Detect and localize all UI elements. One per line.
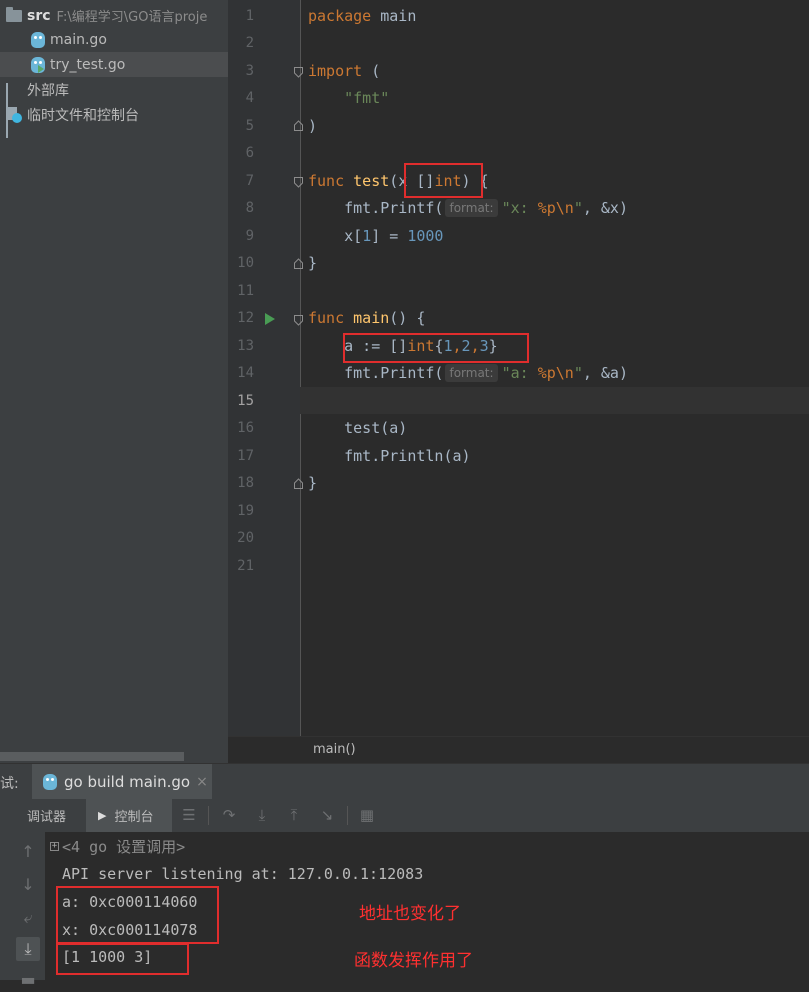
run-tab-label: go build main.go xyxy=(64,773,191,791)
line-number: 20 xyxy=(237,530,254,546)
line-number: 14 xyxy=(237,365,254,381)
tree-item-try-test-go[interactable]: try_test.go xyxy=(0,52,228,77)
line-number: 21 xyxy=(237,558,254,574)
tab-label: 调试器 xyxy=(27,810,67,825)
tree-item-external-libraries[interactable]: 外部库 xyxy=(0,77,228,138)
line-number: 17 xyxy=(237,448,254,464)
run-tool-window-header: 试: go build main.go × xyxy=(0,763,809,800)
parameter-hint: format: xyxy=(445,199,498,217)
project-tree-panel: src F:\编程学习\GO语言proje main.go try_test.g… xyxy=(0,0,228,763)
line-number: 15 xyxy=(237,393,254,409)
step-out-icon[interactable]: ⤒ xyxy=(285,806,303,824)
folder-icon xyxy=(6,6,22,22)
annotation-box-param xyxy=(404,163,483,198)
tree-item-main-go[interactable]: main.go xyxy=(0,27,228,52)
annotation-box-addresses xyxy=(56,886,219,944)
close-icon[interactable]: × xyxy=(196,774,208,790)
line-number: 10 xyxy=(237,255,254,271)
go-test-file-icon xyxy=(31,56,45,73)
annotation-box-result xyxy=(56,943,189,975)
fold-marker-icon[interactable] xyxy=(294,315,303,326)
breadcrumb-item[interactable]: main() xyxy=(313,742,356,757)
code-line-12: func main() { xyxy=(308,309,426,327)
line-number: 6 xyxy=(245,145,254,161)
code-line-9: x[1] = 1000 xyxy=(344,227,444,245)
fold-marker-icon[interactable] xyxy=(294,258,303,269)
tree-item-label: 外部库 xyxy=(27,82,69,99)
line-number: 11 xyxy=(237,283,254,299)
console-side-toolbar: ↑ ↓ ⤶ ⤓ ▬ xyxy=(11,832,45,989)
code-line-16: test(a) xyxy=(344,419,408,437)
tool-window-title: 试: xyxy=(0,776,19,792)
code-line-14: fmt.Printf(format: "a: %p\n", &a) xyxy=(344,364,628,382)
current-line-highlight xyxy=(300,387,809,414)
code-line-3: import ( xyxy=(308,62,381,80)
step-into-icon[interactable]: ⤓ xyxy=(253,806,271,824)
code-line-1: package main xyxy=(308,7,417,25)
tree-item-label: 临时文件和控制台 xyxy=(27,107,139,124)
parameter-hint: format: xyxy=(445,364,498,382)
arrow-down-icon[interactable]: ↓ xyxy=(16,873,40,897)
code-line-8: fmt.Printf(format: "x: %p\n", &x) xyxy=(344,199,628,217)
code-line-4: "fmt" xyxy=(344,89,390,107)
line-number: 8 xyxy=(245,200,254,216)
soft-wrap-icon[interactable]: ⤶ xyxy=(16,906,40,930)
line-number: 12 xyxy=(237,310,254,326)
annotation-note: 函数发挥作用了 xyxy=(354,951,473,971)
code-line-10: } xyxy=(308,254,318,272)
run-to-cursor-icon[interactable]: ↘ xyxy=(318,806,336,824)
fold-expand-icon[interactable]: + xyxy=(50,842,59,851)
scratch-icon xyxy=(6,106,22,123)
console-line: API server listening at: 127.0.0.1:12083 xyxy=(62,865,424,883)
breadcrumb[interactable]: main() xyxy=(228,736,809,764)
run-main-icon[interactable] xyxy=(265,313,275,325)
line-number: 2 xyxy=(245,35,254,51)
step-over-icon[interactable]: ↷ xyxy=(220,806,238,824)
line-number: 19 xyxy=(237,503,254,519)
line-number: 13 xyxy=(237,338,254,354)
fold-marker-icon[interactable] xyxy=(294,478,303,489)
tab-label: 控制台 xyxy=(114,810,154,825)
tree-item-scratches[interactable]: 临时文件和控制台 xyxy=(0,102,228,127)
code-line-18: } xyxy=(308,474,318,492)
tab-console[interactable]: ▶ 控制台 xyxy=(86,799,172,832)
menu-lines-icon[interactable]: ☰ xyxy=(180,806,198,824)
tree-item-src[interactable]: src F:\编程学习\GO语言proje xyxy=(0,3,228,28)
file-name: main.go xyxy=(50,31,107,48)
code-editor[interactable]: 1 2 3 4 5 6 7 8 9 10 11 12 13 14 15 16 1… xyxy=(228,0,809,736)
console-line: <4 go 设置调用> xyxy=(62,838,186,856)
scroll-to-end-icon[interactable]: ⤓ xyxy=(16,937,40,961)
folder-path: F:\编程学习\GO语言proje xyxy=(56,10,208,25)
sidebar-horizontal-scrollbar[interactable] xyxy=(0,752,184,761)
go-file-icon xyxy=(31,31,45,48)
fold-marker-icon[interactable] xyxy=(294,120,303,131)
line-number: 9 xyxy=(245,228,254,244)
print-icon[interactable]: ▬ xyxy=(16,968,40,992)
line-number: 18 xyxy=(237,475,254,491)
line-number: 16 xyxy=(237,420,254,436)
fold-marker-icon[interactable] xyxy=(294,67,303,78)
evaluate-grid-icon[interactable]: ▦ xyxy=(358,806,376,824)
line-number: 3 xyxy=(245,63,254,79)
line-number: 7 xyxy=(245,173,254,189)
annotation-box-slice-literal xyxy=(343,333,529,363)
library-icon xyxy=(6,83,22,138)
line-number: 5 xyxy=(245,118,254,134)
line-number: 4 xyxy=(245,90,254,106)
run-config-tab[interactable]: go build main.go × xyxy=(32,764,212,800)
go-file-icon xyxy=(43,774,57,790)
console-icon: ▶ xyxy=(98,809,107,822)
annotation-note: 地址也变化了 xyxy=(359,904,461,924)
tab-debugger[interactable]: 调试器 xyxy=(15,799,83,832)
code-line-17: fmt.Println(a) xyxy=(344,447,471,465)
left-tool-strip xyxy=(0,799,11,980)
code-line-5: ) xyxy=(308,117,318,135)
arrow-up-icon[interactable]: ↑ xyxy=(16,840,40,864)
line-number: 1 xyxy=(245,8,254,24)
fold-marker-icon[interactable] xyxy=(294,177,303,188)
file-name: try_test.go xyxy=(50,56,126,73)
folder-name: src xyxy=(27,7,51,24)
